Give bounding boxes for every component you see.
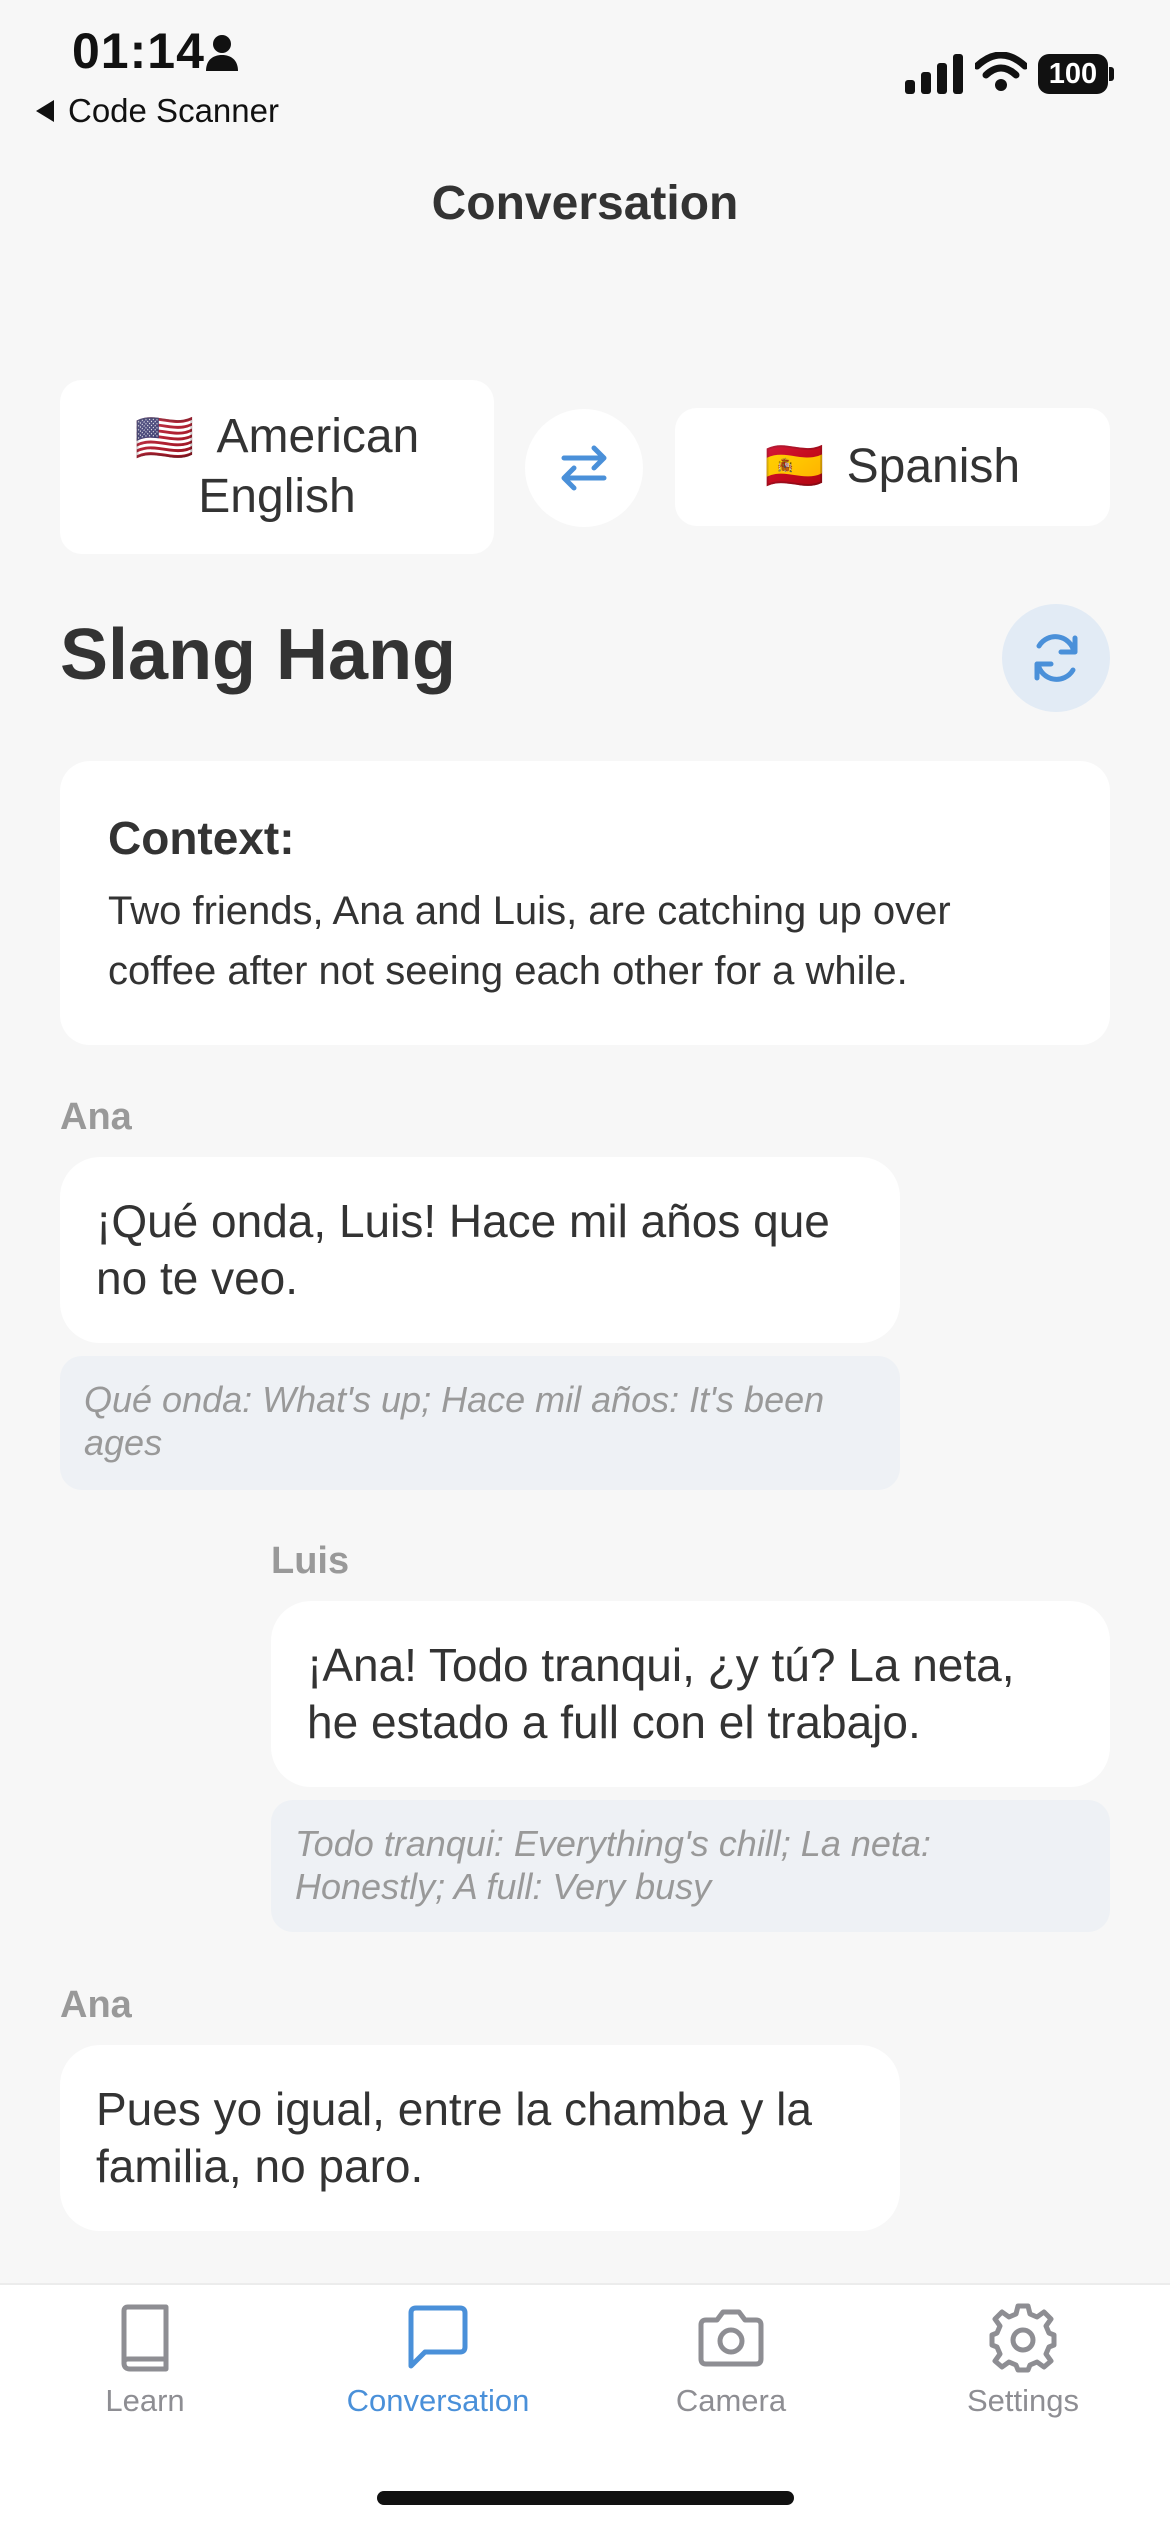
tab-conversation[interactable]: Conversation — [328, 2303, 548, 2419]
target-language-button[interactable]: 🇪🇸 Spanish — [675, 408, 1110, 526]
refresh-icon — [1034, 634, 1078, 682]
tab-label: Camera — [675, 2383, 787, 2418]
message-bubble: Pues yo igual, entre la chamba y la fami… — [60, 2045, 900, 2231]
page-title: Conversation — [431, 177, 739, 230]
battery-indicator: 100 — [1038, 54, 1114, 94]
gear-icon — [989, 2303, 1057, 2373]
swap-arrows-icon — [561, 445, 607, 491]
context-heading: Context: — [108, 812, 295, 864]
slang-note: Todo tranqui: Everything's chill; La net… — [271, 1800, 1110, 1932]
message-bubble: ¡Qué onda, Luis! Hace mil años que no te… — [60, 1157, 900, 1343]
tab-settings[interactable]: Settings — [913, 2303, 1133, 2419]
camera-icon — [698, 2309, 764, 2367]
context-text: Two friends, Ana and Luis, are catching … — [108, 889, 951, 993]
target-language-label: Spanish — [846, 440, 1021, 493]
back-app-label: Code Scanner — [68, 92, 279, 129]
home-indicator[interactable] — [377, 2491, 794, 2505]
swap-languages-button[interactable] — [525, 409, 643, 527]
wifi-icon — [975, 52, 1027, 91]
tab-label: Conversation — [346, 2383, 530, 2418]
speaker-name: Ana — [60, 1984, 132, 2026]
spain-flag-icon: 🇪🇸 — [764, 440, 825, 493]
chat-bubble-icon — [408, 2305, 468, 2369]
source-language-label: American English — [198, 409, 420, 524]
status-time: 01:14 — [72, 23, 205, 79]
tab-label: Settings — [966, 2383, 1079, 2418]
conversation-title: Slang Hang — [60, 615, 457, 695]
status-bar: 01:14 Code Scanner 100 — [0, 0, 1170, 140]
tab-label: Learn — [105, 2383, 185, 2418]
person-icon — [206, 35, 238, 71]
speaker-name: Ana — [60, 1096, 132, 1138]
back-triangle-icon — [36, 100, 54, 122]
back-to-app-button[interactable]: Code Scanner — [36, 92, 279, 130]
tab-learn[interactable]: Learn — [35, 2303, 255, 2419]
message-bubble: ¡Ana! Todo tranqui, ¿y tú? La neta, he e… — [271, 1601, 1110, 1787]
book-icon — [121, 2304, 169, 2372]
source-language-button[interactable]: 🇺🇸 American English — [60, 380, 494, 554]
battery-level: 100 — [1038, 54, 1108, 94]
speaker-name: Luis — [271, 1540, 350, 1582]
refresh-button[interactable] — [1002, 604, 1110, 712]
tab-camera[interactable]: Camera — [621, 2303, 841, 2419]
context-card: Context: Two friends, Ana and Luis, are … — [60, 761, 1110, 1045]
cellular-signal-icon — [905, 54, 963, 94]
us-flag-icon: 🇺🇸 — [134, 412, 195, 466]
slang-note: Qué onda: What's up; Hace mil años: It's… — [60, 1356, 900, 1490]
